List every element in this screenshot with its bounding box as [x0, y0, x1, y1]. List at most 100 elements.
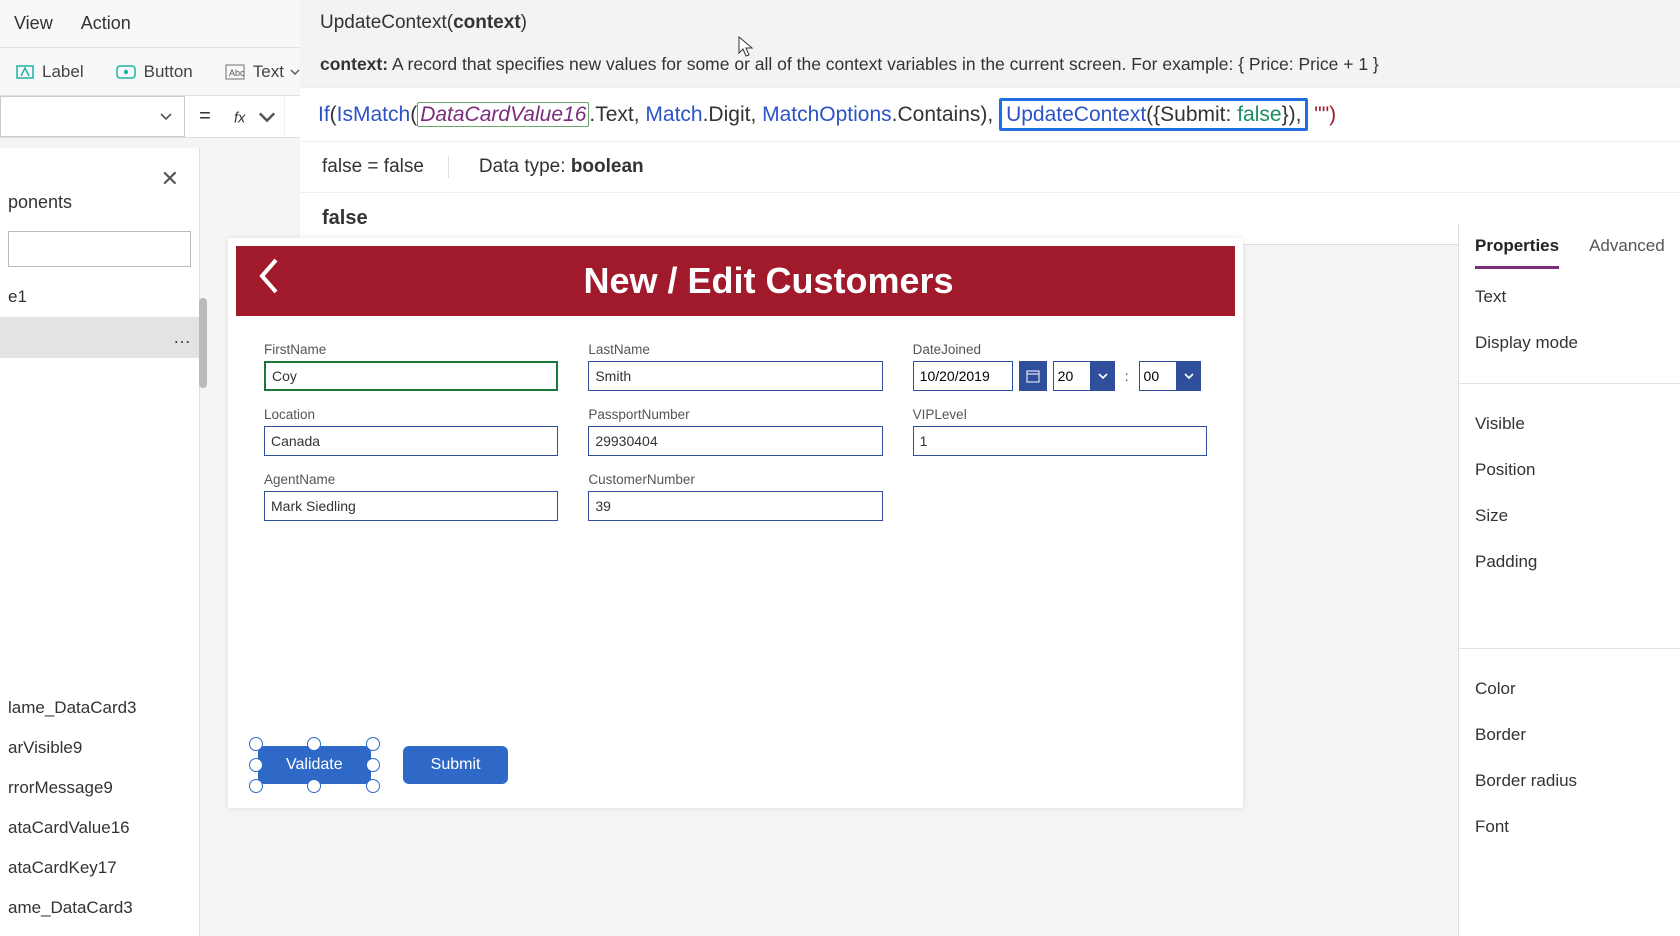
tree-item-screen[interactable]: e1: [0, 277, 199, 317]
resize-handle[interactable]: [249, 737, 263, 751]
formula-help-overlay: UpdateContext(context) context: A record…: [300, 0, 1680, 245]
equals-sign: =: [185, 96, 225, 137]
customernumber-input[interactable]: [588, 491, 882, 521]
location-input[interactable]: [264, 426, 558, 456]
tree-item[interactable]: arVisible9: [0, 728, 199, 768]
hour-dropdown[interactable]: 20: [1053, 361, 1115, 391]
tab-advanced[interactable]: Advanced: [1589, 236, 1665, 269]
result-datatype: Data type: boolean: [479, 156, 644, 178]
formula-editor[interactable]: If(IsMatch(DataCardValue16.Text, Match.D…: [300, 87, 1680, 141]
property-selector[interactable]: [0, 96, 185, 137]
resize-handle[interactable]: [366, 758, 380, 772]
firstname-input[interactable]: [264, 361, 558, 391]
insert-label-text: Label: [42, 62, 84, 82]
screen-header: New / Edit Customers: [236, 246, 1235, 316]
resize-handle[interactable]: [366, 779, 380, 793]
insert-button-button[interactable]: Button: [100, 62, 209, 82]
divider: [1459, 648, 1680, 649]
tree-item[interactable]: lame_DataCard3: [0, 688, 199, 728]
formula-result-summary: false = false Data type: boolean: [300, 141, 1680, 192]
tree-view-panel: ✕ ponents e1 … lame_DataCard3 arVisible9…: [0, 148, 200, 936]
chevron-down-icon: [160, 113, 172, 121]
function-signature: UpdateContext(context): [300, 0, 1680, 42]
field-label: PassportNumber: [588, 407, 882, 422]
prop-row-size[interactable]: Size: [1475, 506, 1664, 526]
field-viplevel: VIPLevel: [913, 407, 1207, 456]
field-label: VIPLevel: [913, 407, 1207, 422]
resize-handle[interactable]: [249, 758, 263, 772]
resize-handle[interactable]: [249, 779, 263, 793]
close-tree-button[interactable]: ✕: [161, 166, 179, 192]
calendar-icon: [1026, 369, 1040, 383]
insert-text-label: Text: [253, 62, 284, 82]
field-label: LastName: [588, 342, 882, 357]
chevron-down-icon: [1184, 373, 1194, 379]
submit-button[interactable]: Submit: [403, 746, 509, 784]
prop-row-font[interactable]: Font: [1475, 817, 1664, 837]
insert-label-button[interactable]: Label: [0, 62, 100, 82]
result-equation: false = false: [322, 156, 449, 178]
prop-row-text[interactable]: Text: [1475, 287, 1664, 307]
field-firstname: FirstName: [264, 342, 558, 391]
lastname-input[interactable]: [588, 361, 882, 391]
viplevel-input[interactable]: [913, 426, 1207, 456]
tree-item[interactable]: ataCardKey17: [0, 848, 199, 888]
fx-icon: fx: [234, 108, 252, 126]
button-icon: [116, 64, 136, 80]
field-location: Location: [264, 407, 558, 456]
svg-text:Abc: Abc: [229, 68, 245, 78]
prop-row-borderradius[interactable]: Border radius: [1475, 771, 1664, 791]
agentname-input[interactable]: [264, 491, 558, 521]
chevron-down-icon: [258, 108, 276, 126]
field-datejoined: DateJoined 20 : 00: [913, 342, 1207, 391]
field-customernumber: CustomerNumber: [588, 472, 882, 521]
prop-row-displaymode[interactable]: Display mode: [1475, 333, 1664, 353]
mouse-cursor-icon: [738, 36, 754, 58]
resize-handle[interactable]: [366, 737, 380, 751]
field-label: FirstName: [264, 342, 558, 357]
tree-item[interactable]: rrorMessage9: [0, 768, 199, 808]
app-canvas: New / Edit Customers FirstName LastName …: [228, 238, 1243, 808]
divider: [1459, 383, 1680, 384]
chevron-left-icon: [256, 256, 282, 296]
prop-row-padding[interactable]: Padding: [1475, 552, 1664, 572]
text-icon: Abc: [225, 64, 245, 80]
properties-panel: Properties Advanced Text Display mode Vi…: [1458, 224, 1680, 936]
tree-item[interactable]: ame_DataCard3: [0, 888, 199, 928]
prop-row-position[interactable]: Position: [1475, 460, 1664, 480]
prop-row-border[interactable]: Border: [1475, 725, 1664, 745]
properties-tabs: Properties Advanced: [1459, 224, 1680, 269]
passport-input[interactable]: [588, 426, 882, 456]
minute-dropdown[interactable]: 00: [1139, 361, 1201, 391]
fx-button[interactable]: fx: [225, 96, 285, 137]
field-agentname: AgentName: [264, 472, 558, 521]
resize-handle[interactable]: [307, 779, 321, 793]
tree-search-input[interactable]: [8, 231, 191, 267]
time-sep: :: [1121, 368, 1133, 384]
spacer: [1475, 598, 1664, 618]
prop-row-color[interactable]: Color: [1475, 679, 1664, 699]
calendar-button[interactable]: [1019, 361, 1047, 391]
screen-title: New / Edit Customers: [302, 260, 1235, 302]
tree-item-selected[interactable]: …: [0, 317, 199, 358]
date-input[interactable]: [913, 361, 1013, 391]
field-passport: PassportNumber: [588, 407, 882, 456]
field-label: CustomerNumber: [588, 472, 882, 487]
menu-action[interactable]: Action: [67, 13, 145, 34]
field-lastname: LastName: [588, 342, 882, 391]
prop-row-visible[interactable]: Visible: [1475, 414, 1664, 434]
selected-control[interactable]: Validate: [258, 746, 371, 784]
more-actions-icon[interactable]: …: [173, 327, 191, 348]
back-button[interactable]: [236, 256, 302, 306]
properties-list: Text Display mode Visible Position Size …: [1459, 269, 1680, 855]
chevron-down-icon: [1098, 373, 1108, 379]
field-label: AgentName: [264, 472, 558, 487]
scrollbar-thumb[interactable]: [199, 298, 207, 388]
tab-properties[interactable]: Properties: [1475, 236, 1559, 269]
menu-view[interactable]: View: [0, 13, 67, 34]
field-label: Location: [264, 407, 558, 422]
field-label: DateJoined: [913, 342, 1207, 357]
function-help-text: context: A record that specifies new val…: [300, 42, 1680, 87]
label-icon: [16, 63, 34, 81]
tree-item[interactable]: ataCardValue16: [0, 808, 199, 848]
